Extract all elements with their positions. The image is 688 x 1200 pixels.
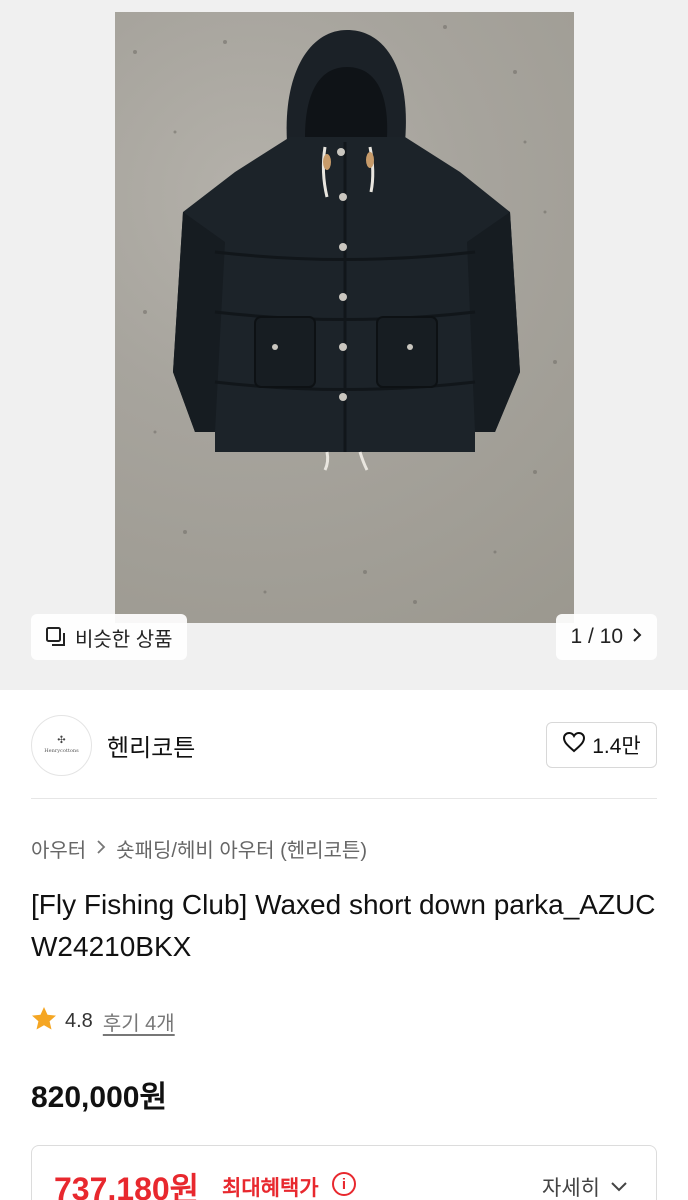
reviews-link[interactable]: 후기 4개 xyxy=(103,1007,175,1036)
brand-logo[interactable]: ✣ Henrycottons xyxy=(31,714,92,776)
detail-label: 자세히 xyxy=(542,1177,600,1200)
divider xyxy=(31,798,657,799)
info-icon[interactable]: i xyxy=(332,1172,356,1196)
detail-toggle[interactable]: 자세히 xyxy=(542,1172,628,1200)
breadcrumb-item-category[interactable]: 숏패딩/헤비 아우터 (헨리코튼) xyxy=(116,834,367,863)
like-button[interactable]: 1.4만 xyxy=(546,722,657,768)
max-benefit-box[interactable]: 737,180원 최대혜택가 i 자세히 xyxy=(31,1145,657,1200)
product-title: [Fly Fishing Club] Waxed short down park… xyxy=(31,889,656,962)
brand-logo-mark: ✣ xyxy=(57,735,66,746)
jacket-illustration xyxy=(133,25,557,604)
product-image[interactable] xyxy=(115,12,574,623)
product-gallery[interactable]: 비슷한 상품 1 / 10 xyxy=(0,0,688,690)
similar-products-button[interactable]: 비슷한 상품 xyxy=(31,614,187,660)
chevron-right-icon xyxy=(631,625,643,649)
chevron-right-icon xyxy=(96,837,106,860)
product-price: 820,000원 xyxy=(31,1081,168,1114)
breadcrumb: 아우터 숏패딩/헤비 아우터 (헨리코튼) xyxy=(31,834,367,863)
image-page-counter[interactable]: 1 / 10 xyxy=(556,614,657,660)
brand-row: ✣ Henrycottons 헨리코튼 1.4만 xyxy=(31,714,657,776)
rating-row[interactable]: 4.8 후기 4개 xyxy=(31,1006,175,1037)
rating-value: 4.8 xyxy=(65,1010,93,1032)
star-icon xyxy=(31,1006,57,1037)
similar-products-icon xyxy=(45,626,67,648)
page-counter-text: 1 / 10 xyxy=(570,625,623,648)
like-count: 1.4만 xyxy=(592,735,641,758)
similar-products-label: 비슷한 상품 xyxy=(75,628,173,651)
chevron-down-icon xyxy=(610,1175,628,1199)
brand-name[interactable]: 헨리코튼 xyxy=(107,728,195,763)
max-benefit-label: 최대혜택가 xyxy=(222,1177,319,1200)
brand-logo-text: Henrycottons xyxy=(44,748,79,754)
max-benefit-price: 737,180원 xyxy=(54,1171,200,1200)
heart-icon xyxy=(562,731,586,759)
breadcrumb-item-outer[interactable]: 아우터 xyxy=(31,834,86,863)
